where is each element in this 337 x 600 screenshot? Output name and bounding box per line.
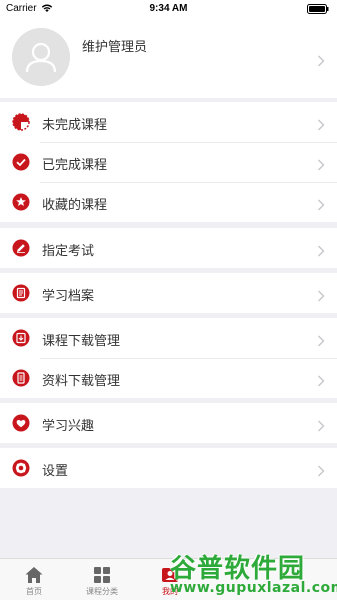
star-circle-icon	[12, 193, 30, 211]
profile-header[interactable]: 维护管理员	[0, 18, 337, 98]
chevron-right-icon	[317, 417, 325, 432]
status-time: 9:34 AM	[149, 3, 188, 14]
tab-course-category[interactable]: 课程分类	[68, 559, 136, 600]
download-circle-icon	[12, 329, 30, 347]
settings-group: 设置	[0, 448, 337, 488]
watermark: 谷普软件园 www.gupuxlazal.com	[166, 548, 337, 600]
chevron-right-icon	[317, 196, 325, 211]
chevron-right-icon	[317, 116, 325, 131]
chevron-right-icon	[317, 332, 325, 347]
chevron-right-icon	[317, 372, 325, 387]
chevron-right-icon	[317, 462, 325, 477]
tab-label: 首页	[26, 587, 42, 596]
menu-label: 收藏的课程	[42, 198, 108, 213]
heart-circle-icon	[12, 414, 30, 432]
menu-item-material-download[interactable]: 资料下载管理	[0, 358, 337, 398]
interests-group: 学习兴趣	[0, 403, 337, 443]
menu-label: 学习兴趣	[42, 419, 95, 434]
file-circle-icon	[12, 369, 30, 387]
course-group: 未完成课程 已完成课程 收藏的课程	[0, 102, 337, 222]
menu-item-favorite-courses[interactable]: 收藏的课程	[0, 182, 337, 222]
chevron-right-icon	[317, 156, 325, 171]
grid-icon	[92, 565, 112, 585]
profile-name: 维护管理员	[82, 40, 148, 55]
exam-group: 指定考试	[0, 228, 337, 268]
menu-item-learning-interests[interactable]: 学习兴趣	[0, 403, 337, 443]
menu-item-completed-courses[interactable]: 已完成课程	[0, 142, 337, 182]
menu-item-learning-records[interactable]: 学习档案	[0, 273, 337, 313]
menu-item-course-download[interactable]: 课程下载管理	[0, 318, 337, 358]
menu-label: 学习档案	[42, 289, 95, 304]
menu-item-assigned-exams[interactable]: 指定考试	[0, 228, 337, 268]
menu-item-incomplete-courses[interactable]: 未完成课程	[0, 102, 337, 142]
menu-label: 设置	[42, 464, 69, 479]
chevron-right-icon	[317, 52, 325, 67]
half-circle-icon	[12, 113, 30, 131]
menu-label: 课程下载管理	[42, 334, 121, 349]
user-placeholder-icon	[12, 28, 70, 86]
tab-home[interactable]: 首页	[0, 559, 68, 600]
pencil-circle-icon	[12, 239, 30, 257]
menu-label: 未完成课程	[42, 118, 108, 133]
menu-label: 资料下载管理	[42, 374, 121, 389]
records-group: 学习档案	[0, 273, 337, 313]
menu-item-settings[interactable]: 设置	[0, 448, 337, 488]
avatar[interactable]	[12, 28, 70, 86]
tab-label: 课程分类	[86, 587, 118, 596]
home-icon	[24, 565, 44, 585]
menu-label: 已完成课程	[42, 158, 108, 173]
check-circle-icon	[12, 153, 30, 171]
status-bar: Carrier 9:34 AM	[0, 0, 337, 18]
gear-icon	[12, 459, 30, 477]
chevron-right-icon	[317, 242, 325, 257]
chevron-right-icon	[317, 287, 325, 302]
watermark-url: www.gupuxlazal.com	[170, 580, 337, 596]
battery-icon	[307, 4, 329, 14]
document-circle-icon	[12, 284, 30, 302]
download-group: 课程下载管理 资料下载管理	[0, 318, 337, 398]
menu-label: 指定考试	[42, 244, 95, 259]
